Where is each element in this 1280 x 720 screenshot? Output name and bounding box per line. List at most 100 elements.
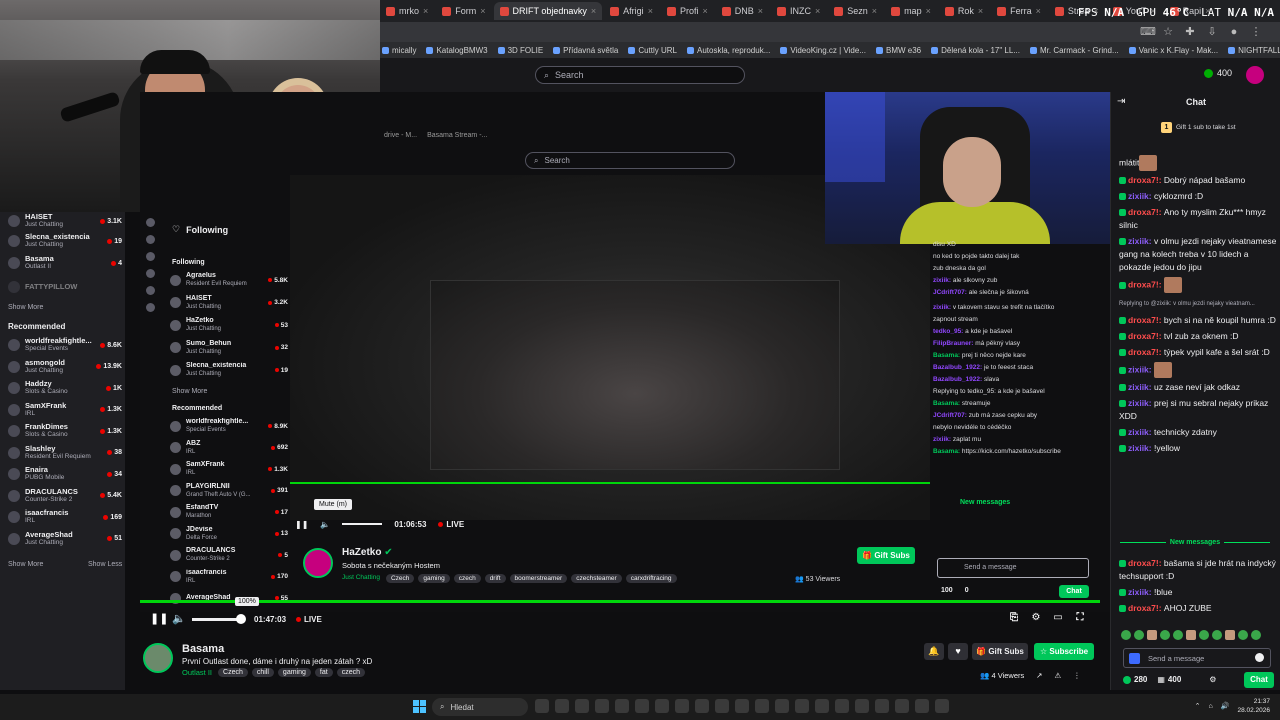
sidebar-channel[interactable]: Haddzy Slots & Casino 1K [8, 379, 122, 397]
gift-subs-button[interactable]: 🎁 Gift Subs [972, 643, 1028, 660]
chat-username[interactable]: droxa7!: [1128, 331, 1164, 341]
channel-points-balance[interactable]: 280 [1123, 675, 1147, 684]
share-icon[interactable]: ↗ [1036, 671, 1042, 680]
app-icon[interactable] [555, 699, 569, 713]
browser-tab[interactable]: DRIFT objednavky × [493, 2, 603, 20]
chat-username[interactable]: zixiik: [1128, 443, 1154, 453]
app-icon[interactable] [715, 699, 729, 713]
close-icon[interactable]: × [926, 6, 931, 16]
download-icon[interactable]: ⇩ [1206, 26, 1218, 38]
browser-tab[interactable]: mrko × [380, 2, 434, 20]
sidebar-channel[interactable]: Slashley Resident Evil Requiem 38 [8, 444, 122, 462]
browser-tab[interactable]: DNB × [716, 2, 769, 20]
chat-send-button[interactable]: Chat [1244, 672, 1274, 688]
close-icon[interactable]: × [978, 6, 983, 16]
taskbar-search[interactable]: ⌕ Hledat [432, 698, 528, 716]
rail-icon[interactable] [145, 303, 155, 312]
clock[interactable]: 21:37 28.02.2026 [1237, 697, 1270, 715]
more-options-icon[interactable]: ⋮ [1073, 671, 1081, 680]
browser-tab[interactable]: Rok × [939, 2, 989, 20]
category-link[interactable]: Outlast II [182, 668, 212, 677]
show-more-link[interactable]: Show More [8, 561, 43, 568]
volume-knob[interactable] [236, 613, 246, 624]
live-progress-bar[interactable] [140, 600, 1100, 603]
browser-tab[interactable]: Form × [436, 2, 491, 20]
chat-identity-icon[interactable] [1129, 653, 1140, 664]
theatre-mode-icon[interactable]: ▭ [1052, 612, 1064, 624]
rail-icon[interactable] [145, 235, 155, 244]
sidebar-channel[interactable]: DRACULANCS Counter-Strike 2 5.4K [8, 487, 122, 505]
close-icon[interactable]: × [1036, 6, 1041, 16]
chat-username[interactable]: droxa7!: [1128, 175, 1164, 185]
new-messages-divider[interactable]: New messages [1115, 539, 1275, 546]
close-icon[interactable]: × [758, 6, 763, 16]
show-less-link[interactable]: Show Less [88, 561, 122, 568]
sidebar-channel[interactable]: FATTYPILLOW [8, 278, 122, 296]
bookmark-item[interactable]: Mr. Carmack - Grind... [1030, 46, 1119, 55]
browser-tab[interactable]: Ferra × [991, 2, 1047, 20]
close-icon[interactable]: × [648, 6, 653, 16]
chat-username[interactable]: zixiik: [1128, 398, 1154, 408]
chat-username[interactable]: droxa7!: [1128, 279, 1164, 289]
browser-tab[interactable]: Sezn × [828, 2, 883, 20]
bookmark-item[interactable]: mically [382, 46, 416, 55]
sidebar-channel[interactable]: SamXFrank IRL 1.3K [8, 401, 122, 419]
bookmark-item[interactable]: BMW e36 [875, 46, 921, 55]
rail-icon[interactable] [145, 286, 155, 295]
rail-icon[interactable] [145, 218, 155, 227]
chat-username[interactable]: zixiik: [1128, 364, 1154, 374]
browser-tab[interactable]: INZC × [771, 2, 826, 20]
close-icon[interactable]: × [591, 6, 596, 16]
app-icon[interactable] [655, 699, 669, 713]
close-icon[interactable]: × [872, 6, 877, 16]
stream-tag[interactable]: czech [336, 668, 365, 677]
fullscreen-icon[interactable]: ⛶ [1074, 612, 1086, 624]
chat-username[interactable]: zixiik: [1128, 587, 1154, 597]
chevron-up-icon[interactable]: ⌃ [1195, 702, 1201, 710]
chat-username[interactable]: droxa7!: [1128, 558, 1164, 568]
chat-username[interactable]: zixiik: [1128, 236, 1154, 246]
bookmark-item[interactable]: NIGHTFALL - Jerem... [1228, 46, 1280, 55]
app-icon[interactable] [615, 699, 629, 713]
app-icon[interactable] [635, 699, 649, 713]
sidebar-channel[interactable]: HAISET Just Chatting 3.1K [8, 212, 122, 230]
bookmark-item[interactable]: 3D FOLIE [497, 46, 543, 55]
channel-name[interactable]: Basama [182, 643, 224, 655]
stream-tag[interactable]: Czech [218, 668, 248, 677]
emote-bar[interactable] [1121, 630, 1276, 642]
close-icon[interactable]: × [702, 6, 707, 16]
app-icon[interactable] [595, 699, 609, 713]
sidebar-channel[interactable]: Enaira PUBG Mobile 34 [8, 465, 122, 483]
menu-icon[interactable]: ⋮ [1250, 26, 1262, 38]
rail-icon[interactable] [145, 269, 155, 278]
close-icon[interactable]: × [423, 6, 428, 16]
bookmark-item[interactable]: Cuttly URL [628, 46, 677, 55]
profile-icon[interactable]: ● [1228, 26, 1240, 38]
chat-username[interactable]: zixiik: [1128, 427, 1154, 437]
app-icon[interactable] [935, 699, 949, 713]
report-icon[interactable]: ⚠ [1055, 671, 1062, 680]
user-avatar[interactable] [1246, 66, 1264, 84]
chat-username[interactable]: zixiik: [1128, 382, 1154, 392]
sidebar-channel[interactable]: isaacfrancis IRL 169 [8, 508, 122, 526]
bookmark-item[interactable]: Dělená kola - 17" LL... [931, 46, 1020, 55]
search-input[interactable]: ⌕ Search [535, 66, 745, 84]
nested-following-header[interactable]: ♡ Following [172, 224, 228, 235]
app-icon[interactable] [835, 699, 849, 713]
app-icon[interactable] [535, 699, 549, 713]
chat-username[interactable]: droxa7!: [1128, 347, 1164, 357]
close-icon[interactable]: × [480, 6, 485, 16]
app-icon[interactable] [675, 699, 689, 713]
app-icon[interactable] [795, 699, 809, 713]
network-icon[interactable]: ⌂ [1209, 703, 1213, 710]
follow-heart-button[interactable]: ♥ [948, 643, 968, 660]
browser-tab[interactable]: Afrigi × [604, 2, 659, 20]
sidebar-channel[interactable]: Basama Outlast II 4 [8, 254, 122, 272]
app-icon[interactable] [895, 699, 909, 713]
extension-icon[interactable]: ✚ [1184, 26, 1196, 38]
gift-sub-leaderboard[interactable]: 1 Gift 1 sub to take 1st [1161, 122, 1236, 133]
show-more-link[interactable]: Show More [8, 304, 43, 311]
star-icon[interactable]: ☆ [1162, 26, 1174, 38]
translate-icon[interactable]: ⌨ [1140, 26, 1156, 38]
browser-tab[interactable]: map × [885, 2, 937, 20]
